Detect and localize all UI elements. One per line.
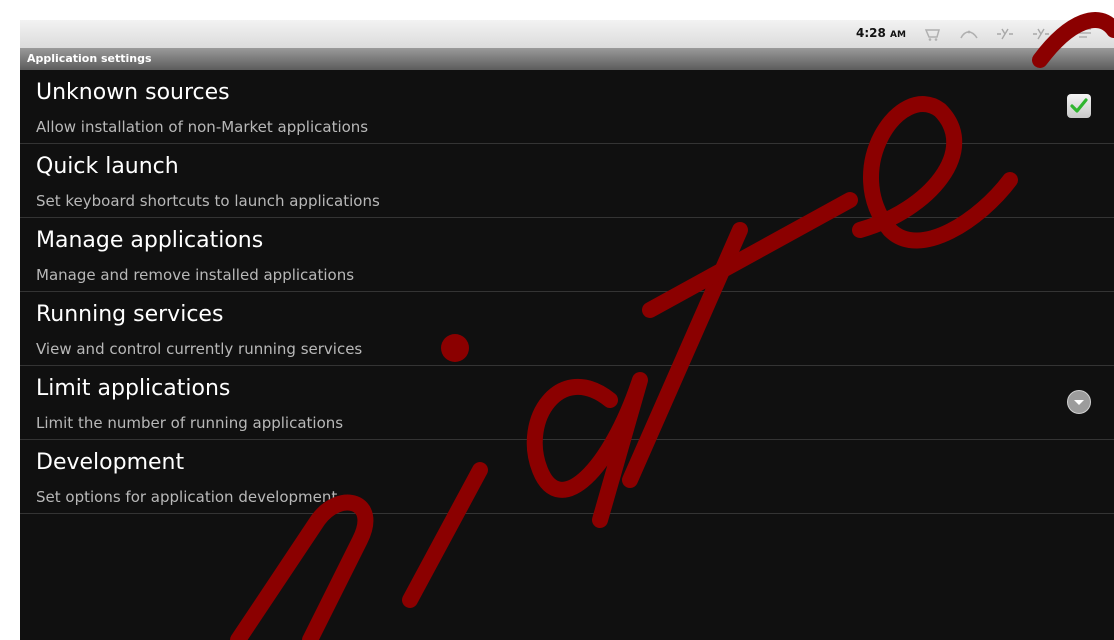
setting-quick-launch[interactable]: Quick launch Set keyboard shortcuts to l… bbox=[20, 144, 1114, 218]
store-icon bbox=[924, 29, 940, 41]
setting-title: Development bbox=[36, 450, 185, 475]
device-screen: 4:28 AM Application settings Unknown sou… bbox=[20, 20, 1114, 640]
setting-title: Manage applications bbox=[36, 228, 264, 253]
setting-limit-applications[interactable]: Limit applications Limit the number of r… bbox=[20, 366, 1114, 440]
checkmark-icon bbox=[1070, 98, 1088, 113]
limit-applications-dropdown[interactable] bbox=[1067, 390, 1091, 414]
usb-debug-icon bbox=[997, 28, 1013, 40]
setting-title: Unknown sources bbox=[36, 80, 230, 105]
setting-unknown-sources[interactable]: Unknown sources Allow installation of no… bbox=[20, 70, 1114, 144]
setting-summary: Set keyboard shortcuts to launch applica… bbox=[36, 192, 380, 210]
setting-manage-applications[interactable]: Manage applications Manage and remove in… bbox=[20, 218, 1114, 292]
notification-icon[interactable] bbox=[1076, 26, 1094, 42]
setting-summary: Manage and remove installed applications bbox=[36, 266, 355, 284]
setting-title: Running services bbox=[36, 302, 224, 327]
usb-debug-icon bbox=[1033, 28, 1049, 40]
setting-summary: View and control currently running servi… bbox=[36, 340, 363, 358]
setting-summary: Set options for application development bbox=[36, 488, 338, 506]
setting-title: Quick launch bbox=[36, 154, 179, 179]
title-bar: Application settings bbox=[20, 48, 1114, 70]
settings-list: Unknown sources Allow installation of no… bbox=[20, 70, 1114, 514]
usb-icon bbox=[960, 30, 978, 39]
setting-development[interactable]: Development Set options for application … bbox=[20, 440, 1114, 514]
chevron-down-icon bbox=[1074, 400, 1084, 405]
setting-title: Limit applications bbox=[36, 376, 231, 401]
status-time: 4:28 AM bbox=[856, 26, 906, 40]
page-title: Application settings bbox=[27, 52, 152, 65]
setting-running-services[interactable]: Running services View and control curren… bbox=[20, 292, 1114, 366]
status-bar: 4:28 AM bbox=[20, 20, 1114, 48]
setting-summary: Limit the number of running applications bbox=[36, 414, 344, 432]
setting-summary: Allow installation of non-Market applica… bbox=[36, 118, 369, 136]
unknown-sources-checkbox[interactable] bbox=[1067, 94, 1091, 118]
